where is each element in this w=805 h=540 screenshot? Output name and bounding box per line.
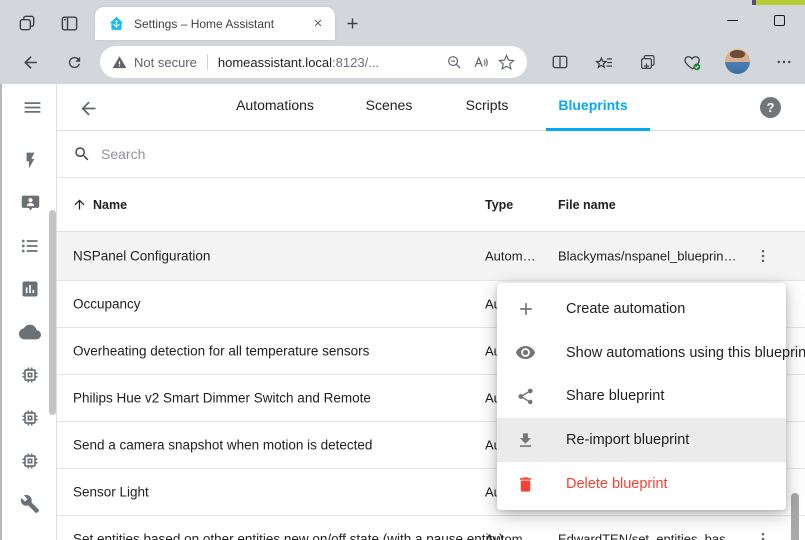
refresh-button[interactable] [60,48,88,76]
sidebar-menu-icon[interactable] [19,94,45,120]
row-type: Autom… [485,249,536,264]
security-label: Not secure [134,55,197,70]
window-minimize-button[interactable] [717,8,747,32]
sidebar-scrollbar-thumb[interactable] [49,210,56,415]
window-left-edge [0,84,2,540]
table-row[interactable]: NSPanel Configuration Autom… Blackymas/n… [57,232,805,281]
back-button[interactable] [16,48,44,76]
maximize-icon [774,15,785,26]
home-assistant-favicon-icon [108,15,125,32]
menu-item-label: Show automations using this blueprint [566,345,805,361]
row-overflow-menu-icon[interactable] [751,527,775,540]
search-row [57,131,805,178]
browser-essentials-icon[interactable] [678,48,706,76]
plus-icon [515,298,536,319]
zoom-out-icon[interactable] [441,49,467,75]
help-icon[interactable]: ? [760,97,781,118]
menu-item-reimport-blueprint[interactable]: Re-import blueprint [497,418,786,462]
sidebar-item-cloud-icon[interactable] [18,320,42,344]
url-text[interactable]: homeassistant.local:8123/... [218,55,441,70]
row-name: NSPanel Configuration [73,249,210,264]
row-name: Overheating detection for all temperatur… [73,344,369,359]
window-maximize-button[interactable] [764,8,794,32]
profile-avatar[interactable] [725,49,750,74]
menu-item-create-automation[interactable]: Create automation [497,287,786,331]
more-options-icon[interactable] [770,48,798,76]
tab-automations[interactable]: Automations [236,97,314,113]
address-divider [207,54,208,70]
blueprint-context-menu: Create automation Show automations using… [497,283,786,510]
ha-header: Automations Scenes Scripts Blueprints ? [57,84,805,131]
sidebar-item-chip-icon[interactable] [18,363,42,387]
row-name: Occupancy [73,297,141,312]
page-scrollbar-thumb[interactable] [791,493,799,540]
tab-scripts[interactable]: Scripts [466,97,509,113]
minimize-icon [727,20,738,21]
menu-item-label: Share blueprint [566,388,664,404]
row-overflow-menu-icon[interactable] [751,244,775,268]
menu-item-label: Create automation [566,301,685,317]
url-host: homeassistant.local [218,55,332,70]
tab-title: Settings – Home Assistant [134,17,309,31]
row-name: Philips Hue v2 Smart Dimmer Switch and R… [73,391,371,406]
row-file-name: Blackymas/nspanel_blueprin… [558,249,736,264]
row-name: Sensor Light [73,485,149,500]
url-suffix: :8123/... [332,55,379,70]
tab-blueprints[interactable]: Blueprints [558,97,627,113]
split-screen-icon[interactable] [546,48,574,76]
column-header-name[interactable]: Name [93,198,127,212]
sidebar-item-lightning-bolt-icon[interactable] [18,148,42,172]
delete-trash-icon [515,474,536,495]
browser-toolbar: Not secure homeassistant.local:8123/... [0,40,805,84]
menu-item-label: Delete blueprint [566,476,668,492]
table-header: Name Type File name [57,178,805,232]
menu-item-label: Re-import blueprint [566,432,689,448]
tab-close-icon[interactable]: × [309,15,327,33]
table-row[interactable]: Set entities based on other entities new… [57,516,805,540]
sort-ascending-icon[interactable] [72,197,87,212]
ha-sidebar [2,84,57,540]
site-security-section[interactable]: Not secure [112,55,197,70]
collections-add-icon[interactable] [634,48,662,76]
sidebar-item-wrench-icon[interactable] [18,492,42,516]
warning-triangle-icon [112,55,127,70]
search-input[interactable] [101,143,401,165]
sidebar-item-bar-chart-icon[interactable] [18,277,42,301]
sidebar-item-person-badge-icon[interactable] [18,191,42,215]
download-icon [515,430,536,451]
tab-actions-icon[interactable] [58,12,80,34]
row-name: Set entities based on other entities new… [73,532,504,540]
favorite-star-icon[interactable] [493,49,519,75]
read-aloud-icon[interactable] [467,49,493,75]
sidebar-item-chip-icon[interactable] [18,449,42,473]
menu-item-share-blueprint[interactable]: Share blueprint [497,375,786,419]
share-icon [515,386,536,407]
sidebar-item-chip-icon[interactable] [18,406,42,430]
column-header-type[interactable]: Type [485,198,513,212]
menu-item-show-automations[interactable]: Show automations using this blueprint [497,331,786,375]
menu-item-delete-blueprint[interactable]: Delete blueprint [497,462,786,506]
search-icon [73,145,91,163]
row-name: Send a camera snapshot when motion is de… [73,438,372,453]
workspaces-icon[interactable] [16,12,38,34]
row-file-name: EdwardTEN/set_entities_bas… [558,532,739,540]
favorites-hub-icon[interactable] [590,48,618,76]
tab-scenes[interactable]: Scenes [366,97,413,113]
column-header-file-name[interactable]: File name [558,198,616,212]
browser-window: Settings – Home Assistant × Not secure h… [0,0,805,540]
eye-icon [515,342,536,363]
browser-tab[interactable]: Settings – Home Assistant × [95,7,335,40]
new-tab-button[interactable] [341,12,363,34]
address-bar[interactable]: Not secure homeassistant.local:8123/... [100,46,527,78]
ha-back-arrow-icon[interactable] [77,97,99,119]
browser-tab-strip: Settings – Home Assistant × [0,0,805,40]
row-type: Autom… [485,532,536,540]
sidebar-item-bulleted-list-icon[interactable] [18,234,42,258]
